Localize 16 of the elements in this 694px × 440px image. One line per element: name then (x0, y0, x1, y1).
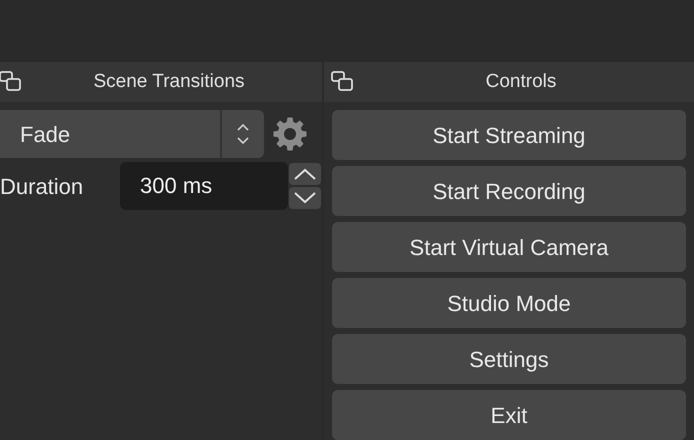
float-icon[interactable] (330, 70, 354, 94)
settings-icon[interactable] (272, 116, 308, 152)
duration-field[interactable]: 300 ms (120, 162, 288, 210)
control-button[interactable]: Exit (332, 390, 686, 440)
control-button[interactable]: Settings (332, 334, 686, 384)
control-button[interactable]: Start Recording (332, 166, 686, 216)
control-button[interactable]: Start Streaming (332, 110, 686, 160)
chevron-icon (236, 121, 250, 147)
dock-title: Scene Transitions (92, 70, 246, 94)
spin-arrows-icon[interactable] (288, 162, 322, 210)
control-button[interactable]: Studio Mode (332, 278, 686, 328)
float-icon[interactable] (0, 70, 22, 94)
dock-title: Controls (484, 70, 558, 94)
transition-dropdown[interactable]: Fade (0, 110, 264, 158)
duration-label: Duration (0, 172, 84, 200)
control-button[interactable]: Start Virtual Camera (332, 222, 686, 272)
